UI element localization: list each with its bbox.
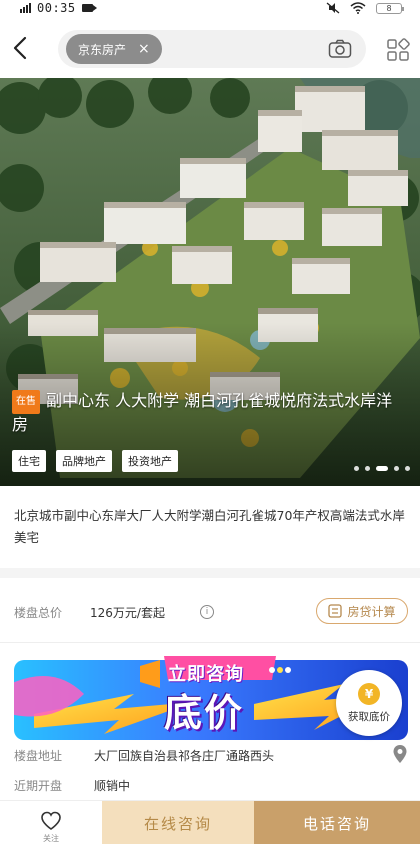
carousel-dot[interactable] — [394, 466, 399, 471]
wifi-icon — [350, 2, 366, 14]
status-bar: 00:35 8 — [0, 0, 420, 16]
price-label: 楼盘总价 — [14, 606, 63, 620]
back-arrow-icon[interactable] — [8, 34, 34, 62]
heart-icon — [41, 811, 61, 830]
opening-value: 顺销中 — [94, 779, 131, 793]
coin-icon: ¥ — [358, 682, 380, 705]
search-chip[interactable]: 京东房产 × — [66, 34, 162, 64]
bottom-action-bar: 关注 在线咨询 电话咨询 — [0, 800, 420, 844]
mute-icon — [326, 2, 340, 14]
battery-level: 8 — [386, 3, 392, 13]
carousel-indicator — [354, 466, 410, 471]
video-recording-icon — [81, 4, 97, 12]
status-time: 00:35 — [37, 1, 76, 15]
price-row: 楼盘总价 126万元/套起 i 房贷计算 — [0, 598, 420, 626]
hero-title: 在售 副中心东 人大附学 潮白河孔雀城悦府法式水岸洋房 — [12, 390, 408, 436]
address-row[interactable]: 楼盘地址 大厂回族自治县祁各庄厂通路西头 — [0, 744, 420, 766]
carousel-dot[interactable] — [365, 466, 370, 471]
phone-consult-button[interactable]: 电话咨询 — [254, 801, 420, 844]
opening-label: 近期开盘 — [14, 779, 63, 793]
hero-title-text: 副中心东 人大附学 潮白河孔雀城悦府法式水岸洋房 — [12, 391, 393, 434]
get-base-price-button[interactable]: ¥ 获取底价 — [336, 670, 402, 736]
chip-close-icon[interactable]: × — [138, 42, 150, 56]
favorite-button[interactable]: 关注 — [0, 801, 102, 844]
address-label: 楼盘地址 — [14, 749, 63, 763]
favorite-label: 关注 — [43, 834, 59, 843]
carousel-dot-active[interactable] — [376, 466, 388, 471]
hero-tag: 投资地产 — [122, 450, 178, 472]
hero-tag: 品牌地产 — [56, 450, 112, 472]
calculator-icon — [328, 604, 343, 618]
project-description: 北京城市副中心东岸大厂人大附学潮白河孔雀城70年产权高端法式水岸美宅 — [14, 508, 405, 545]
hero-tag: 住宅 — [12, 450, 46, 472]
banner-big-text: 底价 — [164, 691, 245, 735]
cell-signal-icon — [20, 3, 31, 13]
camera-icon[interactable] — [328, 39, 352, 59]
consult-price-banner[interactable]: 立即咨询 底价 ¥ 获取底价 — [14, 654, 408, 740]
opening-row: 近期开盘 顺销中 — [0, 774, 420, 796]
online-consult-button[interactable]: 在线咨询 — [102, 801, 254, 844]
row-divider — [0, 642, 420, 643]
section-divider — [0, 568, 420, 578]
map-pin-icon[interactable] — [392, 744, 408, 764]
carousel-dot[interactable] — [354, 466, 359, 471]
mortgage-calculator-label: 房贷计算 — [347, 604, 396, 619]
info-icon[interactable]: i — [200, 605, 214, 619]
grid-menu-icon[interactable] — [386, 38, 410, 62]
hero-tags: 住宅 品牌地产 投资地产 — [12, 450, 178, 472]
get-base-price-label: 获取底价 — [348, 710, 390, 723]
search-chip-label: 京东房产 — [78, 42, 127, 57]
price-value: 126万元/套起 — [90, 606, 165, 620]
on-sale-badge: 在售 — [12, 390, 40, 414]
header: 京东房产 × — [0, 16, 420, 78]
hero-carousel[interactable]: 在售 副中心东 人大附学 潮白河孔雀城悦府法式水岸洋房 住宅 品牌地产 投资地产 — [0, 78, 420, 486]
carousel-dot[interactable] — [405, 466, 410, 471]
address-value: 大厂回族自治县祁各庄厂通路西头 — [94, 749, 275, 763]
mortgage-calculator-button[interactable]: 房贷计算 — [316, 598, 408, 624]
battery-icon: 8 — [376, 2, 404, 14]
search-bar[interactable]: 京东房产 × — [58, 30, 366, 68]
